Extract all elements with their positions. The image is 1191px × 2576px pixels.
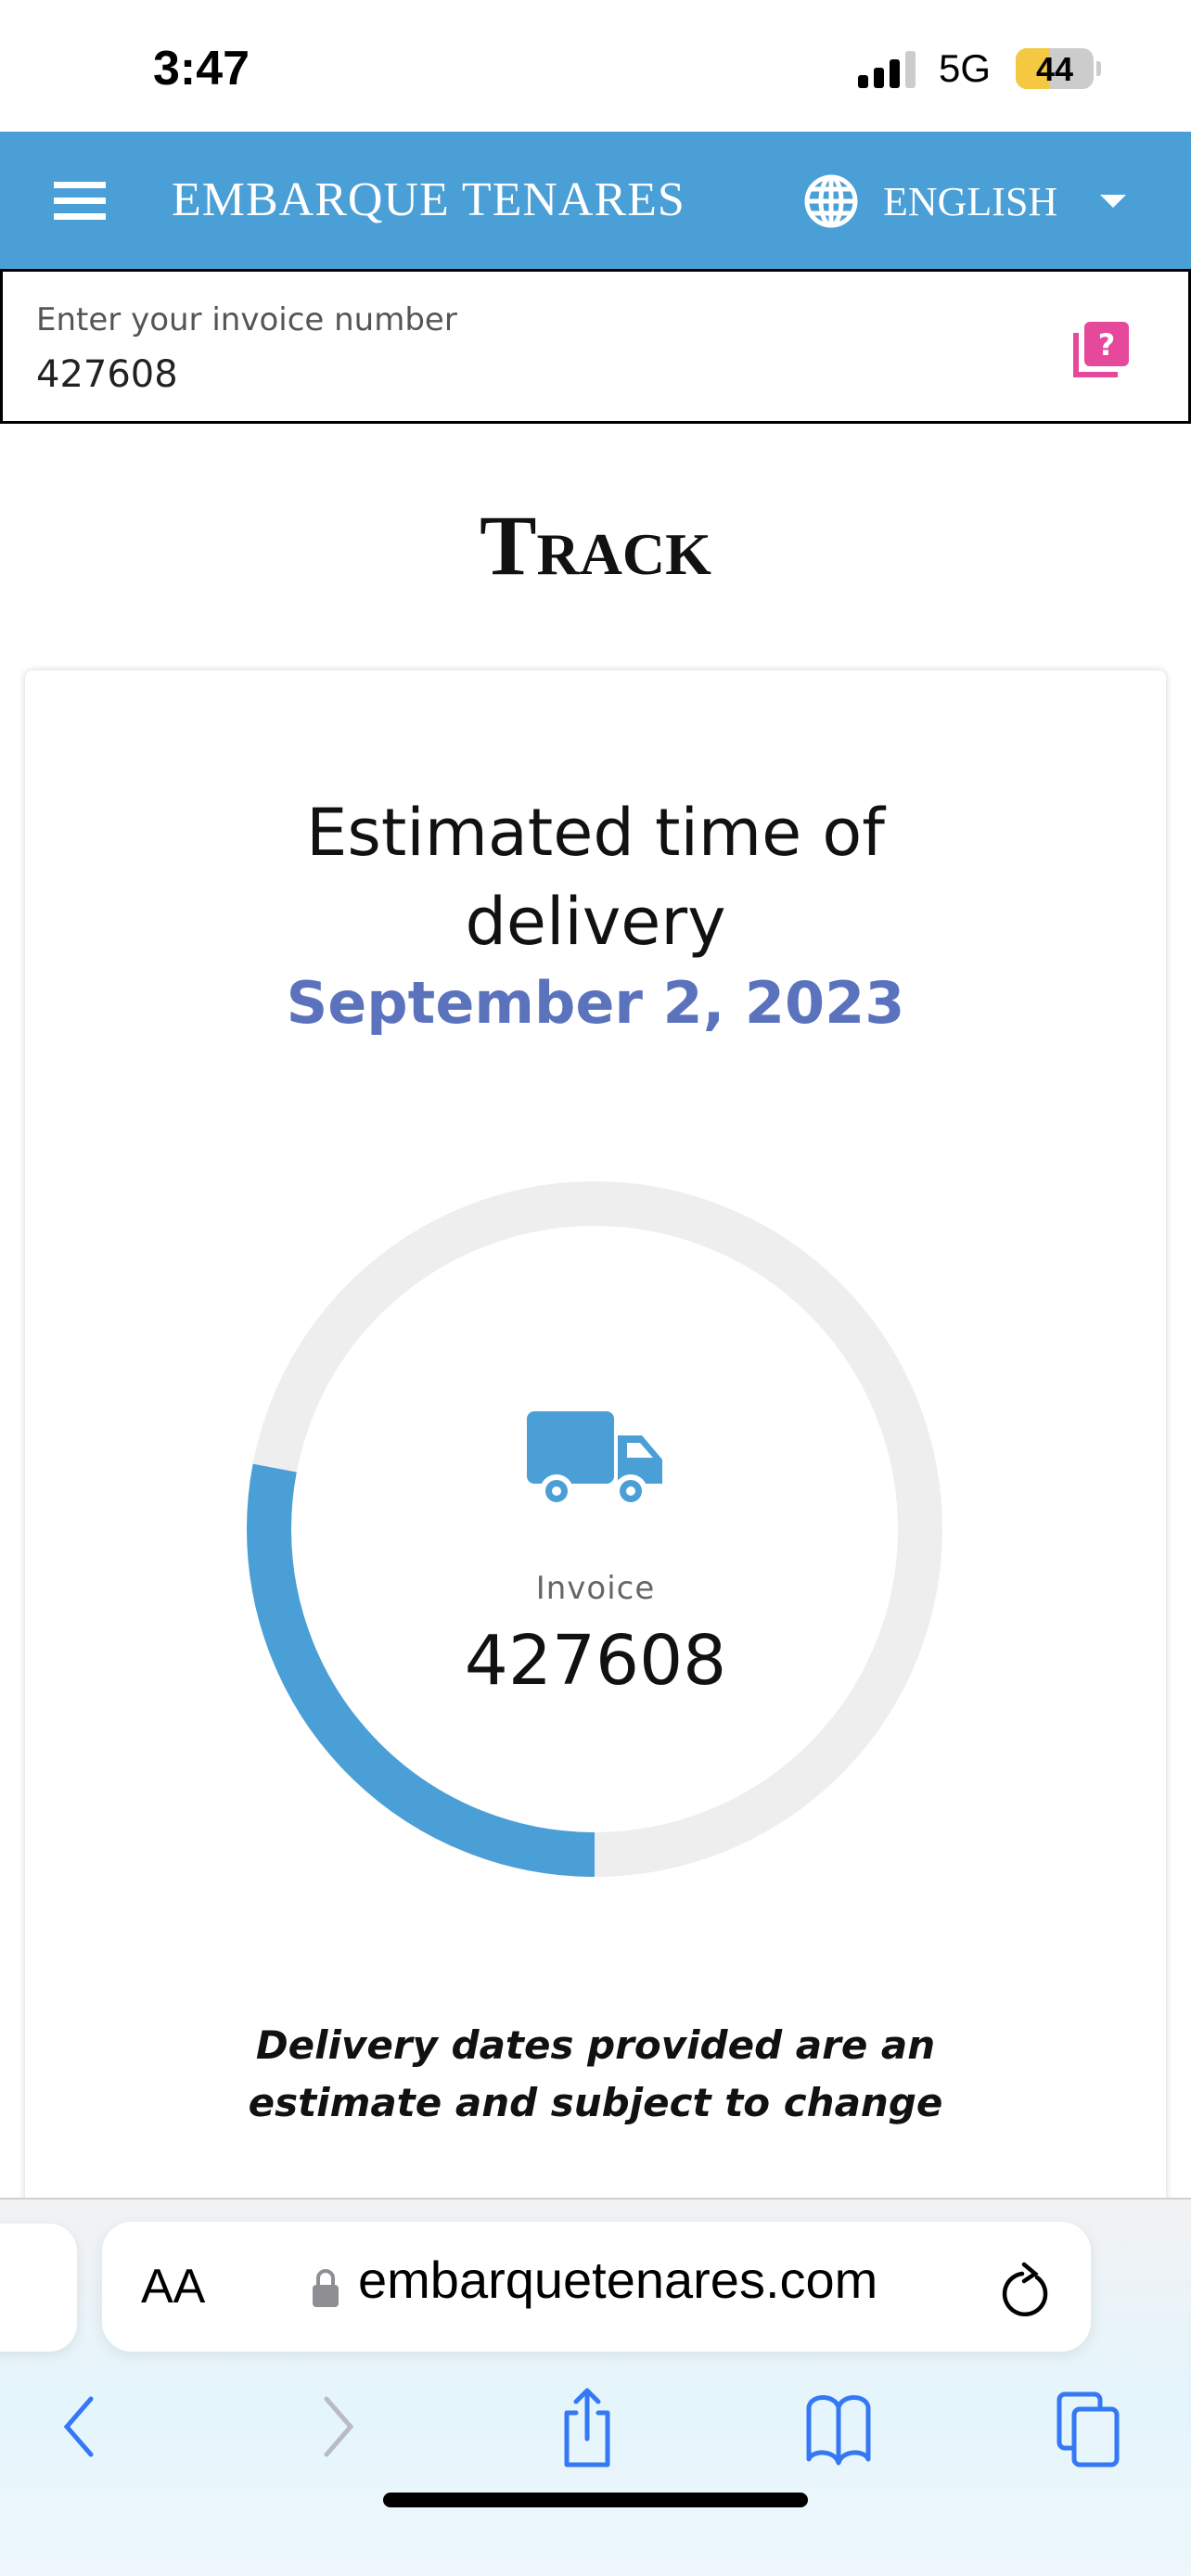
status-bar: 3:47 5G 44 xyxy=(0,0,1191,132)
site-header: EMBARQUE TENARES ENGLISH xyxy=(0,132,1191,269)
tabs-icon[interactable] xyxy=(1052,2385,1126,2468)
invoice-search-field[interactable]: Enter your invoice number ? xyxy=(0,269,1191,424)
invoice-field-label: Enter your invoice number xyxy=(36,301,457,338)
page-title: Track xyxy=(480,498,711,593)
reload-icon[interactable] xyxy=(1000,2261,1052,2318)
hamburger-icon[interactable] xyxy=(54,182,106,220)
language-selector[interactable]: ENGLISH xyxy=(883,178,1057,225)
brand-logo[interactable]: EMBARQUE TENARES xyxy=(172,172,685,227)
svg-text:?: ? xyxy=(1098,327,1116,363)
delivery-disclaimer: Delivery dates provided are an estimate … xyxy=(248,2022,943,2125)
lock-icon xyxy=(313,2269,339,2307)
battery-cap xyxy=(1096,61,1101,76)
battery-icon: 44 xyxy=(1016,48,1094,89)
network-type: 5G xyxy=(939,46,992,90)
back-icon[interactable] xyxy=(46,2385,121,2468)
previous-tab-preview[interactable] xyxy=(0,2224,77,2352)
signal-icon xyxy=(858,51,916,88)
eta-label: Estimated time of delivery xyxy=(306,795,885,960)
delivery-progress-ring xyxy=(247,1181,942,1877)
invoice-label: Invoice xyxy=(535,1570,656,1607)
eta-date: September 2, 2023 xyxy=(286,969,905,1037)
invoice-input[interactable] xyxy=(36,353,871,396)
chevron-down-icon[interactable] xyxy=(1100,195,1126,208)
text-size-button[interactable]: AA xyxy=(141,2259,205,2315)
status-time: 3:47 xyxy=(153,42,250,96)
bookmarks-icon[interactable] xyxy=(801,2385,876,2468)
text-size-label: AA xyxy=(141,2260,206,2314)
help-question-icon[interactable]: ? xyxy=(1071,320,1131,379)
address-bar[interactable]: AA embarquetenares.com xyxy=(102,2222,1091,2352)
url-text[interactable]: embarquetenares.com xyxy=(358,2250,877,2310)
invoice-number: 427608 xyxy=(464,1621,727,1701)
truck-icon xyxy=(527,1411,662,1508)
browser-chrome: AA embarquetenares.com xyxy=(0,2198,1191,2576)
home-indicator xyxy=(383,2493,808,2507)
share-icon[interactable] xyxy=(550,2385,624,2468)
forward-icon[interactable] xyxy=(297,2385,371,2468)
globe-icon[interactable] xyxy=(803,173,859,229)
battery-level: 44 xyxy=(1035,50,1074,88)
